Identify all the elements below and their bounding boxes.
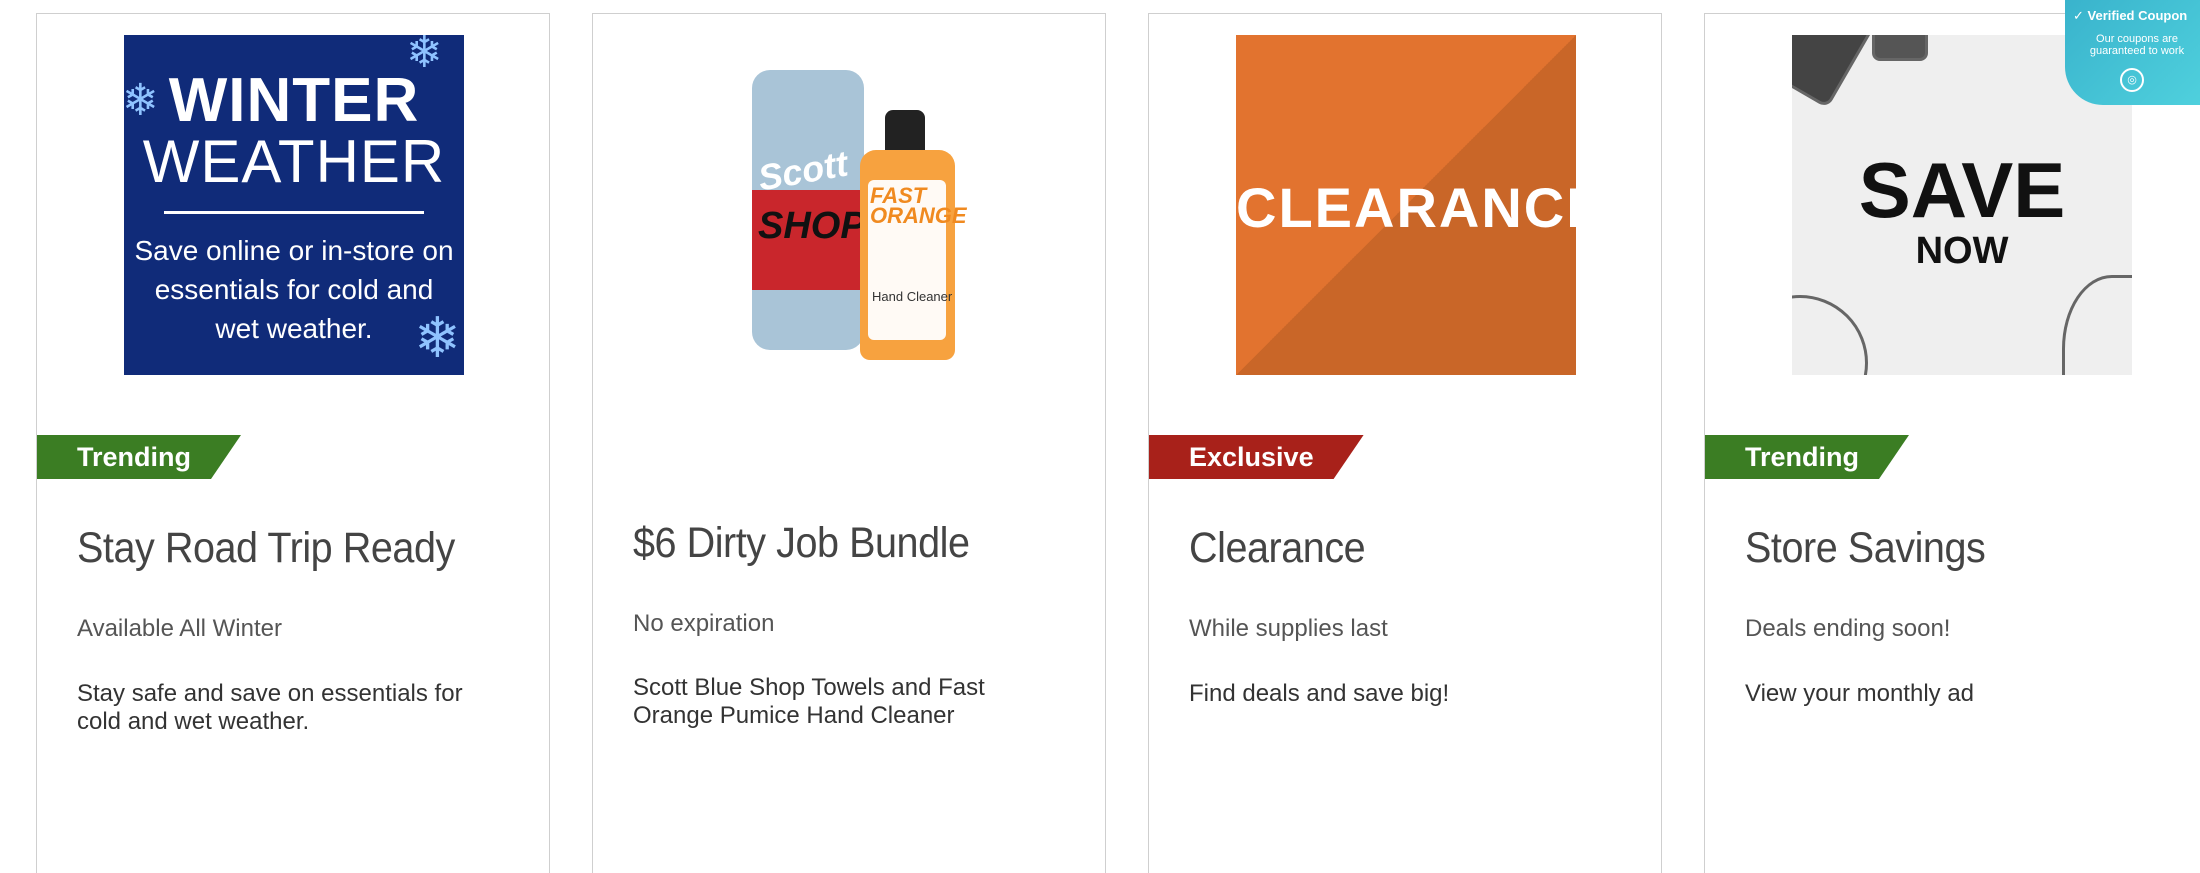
shop-towel-roll: Scott SHOP [752, 70, 866, 350]
deal-availability: While supplies last [1189, 615, 1388, 642]
verified-coupon-title: ✓ Verified Coupon [2073, 8, 2188, 23]
deal-title[interactable]: Stay Road Trip Ready [77, 524, 455, 573]
deal-description: Find deals and save big! [1189, 680, 1450, 707]
deal-description: Scott Blue Shop Towels and Fast Orange P… [633, 674, 985, 729]
check-circle-icon: ✓ [2073, 8, 2084, 23]
brake-pad-icon [1872, 35, 1928, 61]
rotor-icon [1792, 295, 1868, 375]
trending-badge: Trending [1705, 435, 1909, 479]
deal-availability: Deals ending soon! [1745, 615, 1951, 642]
coupon-icon[interactable]: ◎ [2120, 68, 2144, 92]
deal-card-road-trip[interactable]: ❄ ❄ ❄ WINTER WEATHER Save online or in-s… [36, 13, 550, 873]
deal-availability: Available All Winter [77, 615, 282, 642]
deal-title[interactable]: Store Savings [1745, 524, 1986, 573]
deal-title[interactable]: $6 Dirty Job Bundle [633, 519, 970, 568]
verified-coupon-widget[interactable]: ✓ Verified Coupon Our coupons are guaran… [2065, 0, 2200, 105]
deal-card-dirty-job-bundle[interactable]: Scott SHOP FAST ORANGE Hand Cleaner $6 D… [592, 13, 1106, 873]
exclusive-badge: Exclusive [1149, 435, 1364, 479]
trending-badge: Trending [37, 435, 241, 479]
deal-card-store-savings[interactable]: SAVE NOW Trending Store Savings Deals en… [1704, 13, 2200, 873]
divider [164, 211, 424, 214]
brake-pad-icon [1792, 35, 1876, 109]
deal-card-clearance[interactable]: CLEARANCE Exclusive Clearance While supp… [1148, 13, 1662, 873]
verified-coupon-text: Our coupons are guaranteed to work [2089, 33, 2185, 57]
product-bundle-image[interactable]: Scott SHOP FAST ORANGE Hand Cleaner [680, 35, 1020, 375]
image-heading: WINTER [168, 66, 420, 135]
deal-description: Stay safe and save on essentials for col… [77, 680, 463, 735]
hand-cleaner-bottle: FAST ORANGE Hand Cleaner [860, 150, 967, 360]
deal-title[interactable]: Clearance [1189, 524, 1366, 573]
clearance-image[interactable]: CLEARANCE [1236, 35, 1576, 375]
winter-weather-image[interactable]: ❄ ❄ ❄ WINTER WEATHER Save online or in-s… [124, 35, 464, 375]
image-subheading: NOW [1915, 230, 2009, 272]
image-heading: CLEARANCE [1236, 176, 1576, 239]
wiper-icon [2062, 275, 2132, 375]
deal-description: View your monthly ad [1745, 680, 1975, 707]
deal-availability: No expiration [633, 610, 775, 637]
image-text: Save online or in-store on essentials fo… [134, 235, 454, 344]
image-heading: WEATHER [142, 128, 446, 195]
image-heading: SAVE [1858, 146, 2066, 234]
